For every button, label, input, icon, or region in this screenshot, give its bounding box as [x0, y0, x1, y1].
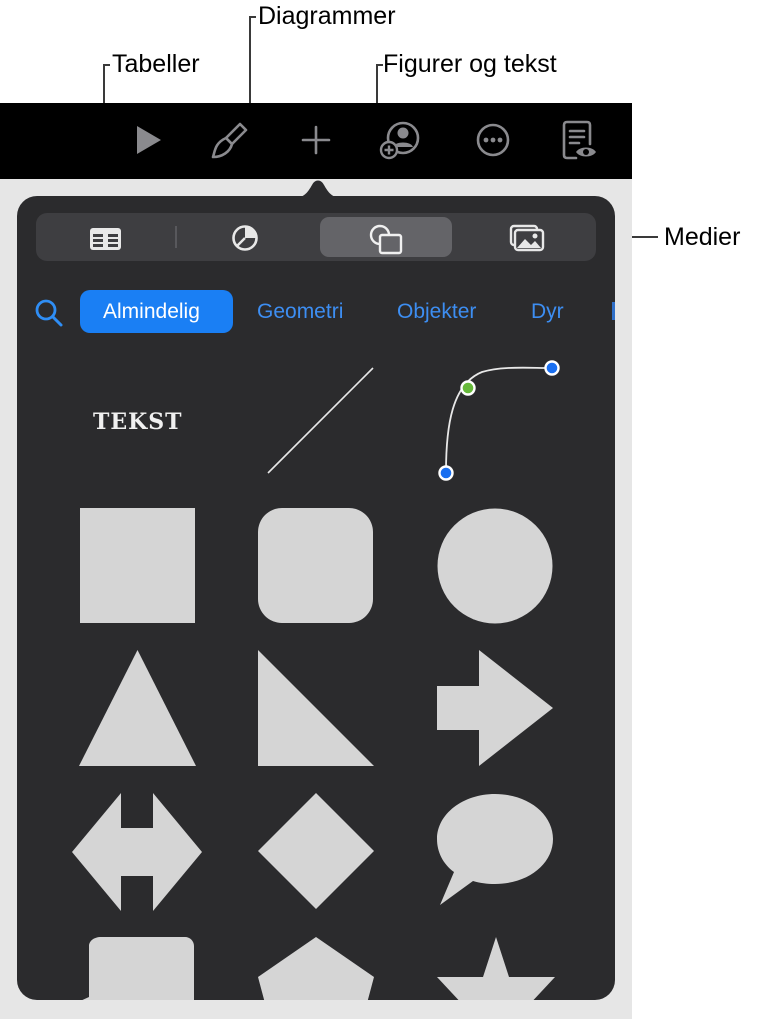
- category-geometri[interactable]: Geometri: [257, 292, 343, 332]
- popover-arrow: [294, 180, 342, 198]
- callout-shapes-line-tick: [376, 64, 383, 66]
- shape-circle[interactable]: [437, 508, 553, 624]
- shape-right-triangle[interactable]: [258, 650, 374, 767]
- shape-square[interactable]: [80, 508, 195, 623]
- shape-diamond[interactable]: [258, 793, 374, 909]
- callout-tables-label: Tabeller: [112, 50, 200, 78]
- play-icon[interactable]: [126, 118, 170, 162]
- callout-tables-line-tick: [103, 64, 110, 66]
- reader-icon[interactable]: [557, 118, 601, 162]
- more-icon[interactable]: [471, 118, 515, 162]
- shape-star[interactable]: [437, 937, 555, 1000]
- chart-icon[interactable]: [195, 217, 295, 257]
- category-objekter[interactable]: Objekter: [397, 292, 476, 332]
- category-dyr[interactable]: Dyr: [531, 292, 564, 332]
- plus-icon[interactable]: [294, 118, 338, 162]
- shape-triangle[interactable]: [79, 650, 196, 767]
- callout-shapes-label: Figurer og tekst: [383, 50, 557, 78]
- callout-charts-line-tick: [249, 16, 256, 18]
- category-almindelig[interactable]: Almindelig: [103, 292, 200, 332]
- shape-speech-bubble[interactable]: [437, 794, 555, 906]
- category-overflow-indicator: [612, 302, 615, 320]
- shape-text[interactable]: TEKST: [93, 409, 183, 435]
- paintbrush-icon[interactable]: [206, 118, 250, 162]
- search-icon[interactable]: [33, 297, 65, 329]
- segment-divider: [175, 226, 177, 248]
- shape-curve[interactable]: [432, 356, 572, 482]
- callout-media-label: Medier: [664, 223, 741, 251]
- shape-callout-box[interactable]: [67, 937, 197, 1000]
- shapes-icon[interactable]: [336, 217, 436, 257]
- media-icon[interactable]: [477, 217, 577, 257]
- callout-charts-label: Diagrammer: [258, 2, 396, 30]
- table-icon[interactable]: [56, 217, 156, 257]
- shape-arrow-right[interactable]: [437, 650, 553, 766]
- shape-library: TEKST: [17, 340, 615, 1000]
- shape-double-arrow[interactable]: [72, 793, 202, 911]
- shape-rounded-square[interactable]: [258, 508, 373, 623]
- shape-pentagon[interactable]: [258, 937, 374, 1000]
- shape-line[interactable]: [260, 360, 380, 480]
- collaborate-icon[interactable]: [378, 118, 422, 162]
